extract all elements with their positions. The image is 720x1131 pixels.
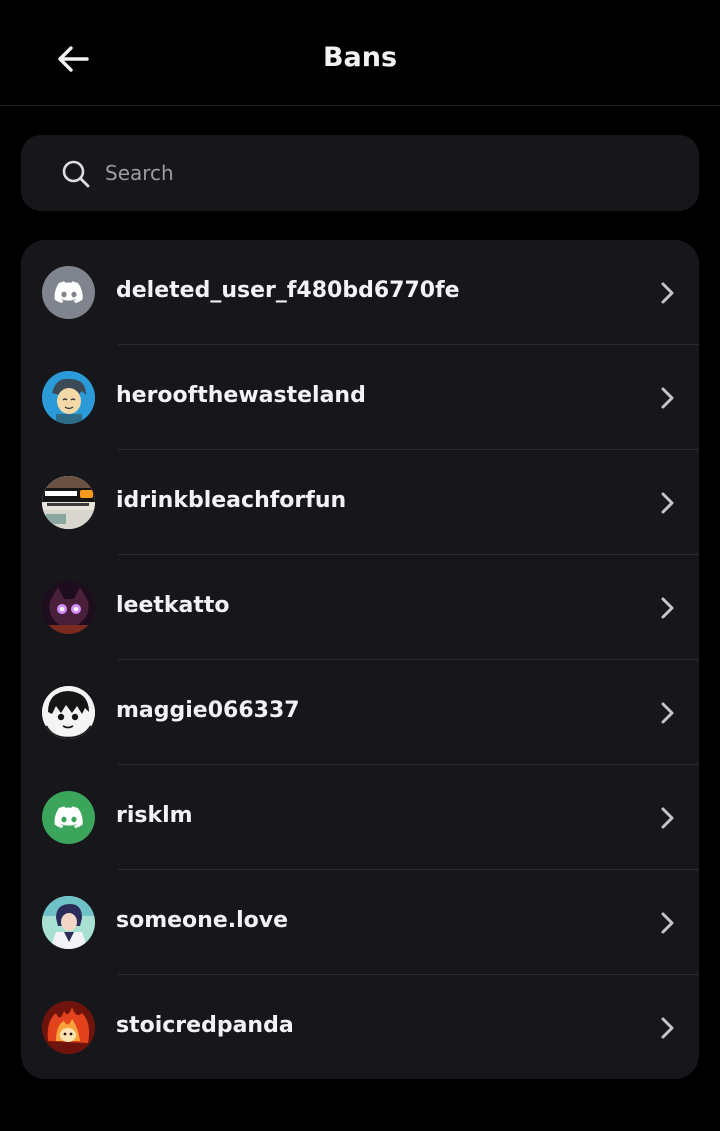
ban-list-item[interactable]: maggie066337: [21, 660, 699, 765]
username: idrinkbleachforfun: [116, 488, 347, 513]
ban-list-item[interactable]: stoicredpanda: [21, 975, 699, 1079]
discord-logo-icon: [54, 805, 83, 828]
username: risklm: [116, 803, 193, 828]
ban-list-item[interactable]: heroofthewasteland: [21, 345, 699, 450]
ban-list-item[interactable]: leetkatto: [21, 555, 699, 660]
chevron-right-icon: [661, 702, 674, 724]
sketch-avatar-icon: [42, 686, 95, 739]
chevron-right-icon: [661, 492, 674, 514]
username: heroofthewasteland: [116, 383, 366, 408]
top-bar: Bans: [0, 0, 720, 106]
search-icon: [62, 160, 90, 188]
search-bar[interactable]: [21, 135, 699, 211]
avatar: [42, 371, 95, 424]
avatar: [42, 791, 95, 844]
ban-list-item[interactable]: deleted_user_f480bd6770fe: [21, 240, 699, 345]
ban-list-item[interactable]: idrinkbleachforfun: [21, 450, 699, 555]
avatar: [42, 476, 95, 529]
anime-avatar-icon: [42, 896, 95, 949]
creature-avatar-icon: [42, 581, 95, 634]
chevron-right-icon: [661, 912, 674, 934]
username: leetkatto: [116, 593, 230, 618]
chevron-right-icon: [661, 282, 674, 304]
avatar: [42, 1001, 95, 1054]
search-input[interactable]: [105, 153, 675, 193]
chevron-right-icon: [661, 807, 674, 829]
chevron-right-icon: [661, 597, 674, 619]
discord-logo-icon: [54, 280, 83, 303]
cartoon-avatar-icon: [42, 371, 95, 424]
chevron-right-icon: [661, 1017, 674, 1039]
sandwich-photo-icon: [42, 476, 95, 529]
avatar: [42, 581, 95, 634]
ban-list: deleted_user_f480bd6770fe heroofthewaste…: [21, 240, 699, 1079]
avatar: [42, 266, 95, 319]
page-title: Bans: [322, 42, 398, 73]
avatar: [42, 896, 95, 949]
username: deleted_user_f480bd6770fe: [116, 278, 460, 303]
username: someone.love: [116, 908, 289, 933]
fiery-panda-icon: [42, 1001, 95, 1054]
chevron-right-icon: [661, 387, 674, 409]
ban-list-item[interactable]: risklm: [21, 765, 699, 870]
username: stoicredpanda: [116, 1013, 294, 1038]
username: maggie066337: [116, 698, 300, 723]
avatar: [42, 686, 95, 739]
ban-list-item[interactable]: someone.love: [21, 870, 699, 975]
